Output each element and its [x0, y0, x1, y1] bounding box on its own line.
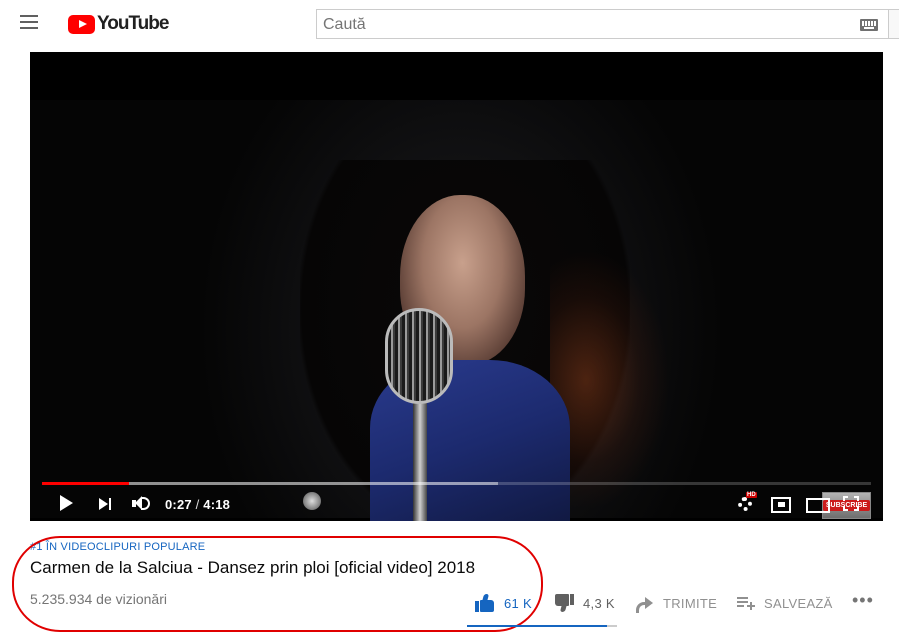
like-count: 61 K	[504, 595, 532, 611]
trending-hashtag[interactable]: #1 ÎN VIDEOCLIPURI POPULARE	[30, 541, 205, 553]
more-icon[interactable]: •••	[852, 589, 874, 611]
next-icon[interactable]	[98, 492, 114, 514]
youtube-logo-icon	[68, 14, 95, 34]
time-separator: /	[191, 497, 204, 512]
current-time: 0:27	[165, 497, 192, 512]
search-input[interactable]	[323, 15, 843, 35]
settings-gear-icon[interactable]: HD	[737, 492, 757, 514]
view-count: 5.235.934 de vizionări	[30, 591, 167, 607]
theater-icon[interactable]	[806, 492, 830, 514]
like-button[interactable]: 61 K	[475, 592, 532, 614]
save-button[interactable]: SALVEAZĂ	[737, 592, 833, 614]
hd-badge: HD	[746, 492, 757, 498]
progress-bar[interactable]	[42, 482, 871, 485]
keyboard-icon[interactable]	[860, 19, 878, 31]
search-button[interactable]	[888, 9, 899, 39]
progress-played	[42, 482, 130, 485]
save-playlist-icon	[737, 596, 755, 610]
save-label: SALVEAZĂ	[764, 595, 833, 611]
player-controls: 0:27 / 4:18 HD	[30, 488, 883, 518]
volume-icon[interactable]	[131, 492, 153, 514]
video-title: Carmen de la Salciua - Dansez prin ploi …	[30, 558, 476, 577]
masthead: YouTube	[0, 0, 899, 48]
time-display: 0:27 / 4:18	[165, 497, 230, 512]
dislike-count: 4,3 K	[583, 595, 615, 611]
share-button[interactable]: TRIMITE	[636, 592, 717, 614]
share-label: TRIMITE	[663, 595, 718, 611]
duration: 4:18	[203, 497, 231, 512]
play-icon[interactable]	[60, 492, 76, 514]
video-frame: SUBSCRIBE	[30, 100, 883, 521]
microphone	[385, 308, 453, 404]
miniplayer-icon[interactable]	[771, 492, 791, 514]
thumb-down-icon	[554, 594, 574, 612]
sentiment-bar	[467, 625, 617, 627]
youtube-logo[interactable]: YouTube	[68, 13, 169, 35]
logo-text: YouTube	[97, 13, 169, 34]
thumb-up-icon	[475, 594, 495, 612]
share-icon	[636, 596, 654, 613]
search-box	[316, 9, 888, 39]
video-player[interactable]: SUBSCRIBE 0:27 / 4:18 HD	[30, 52, 883, 521]
menu-icon[interactable]	[20, 15, 40, 33]
fullscreen-icon[interactable]	[843, 492, 861, 514]
dislike-button[interactable]: 4,3 K	[554, 592, 615, 614]
sentiment-bar-likes	[467, 625, 608, 627]
